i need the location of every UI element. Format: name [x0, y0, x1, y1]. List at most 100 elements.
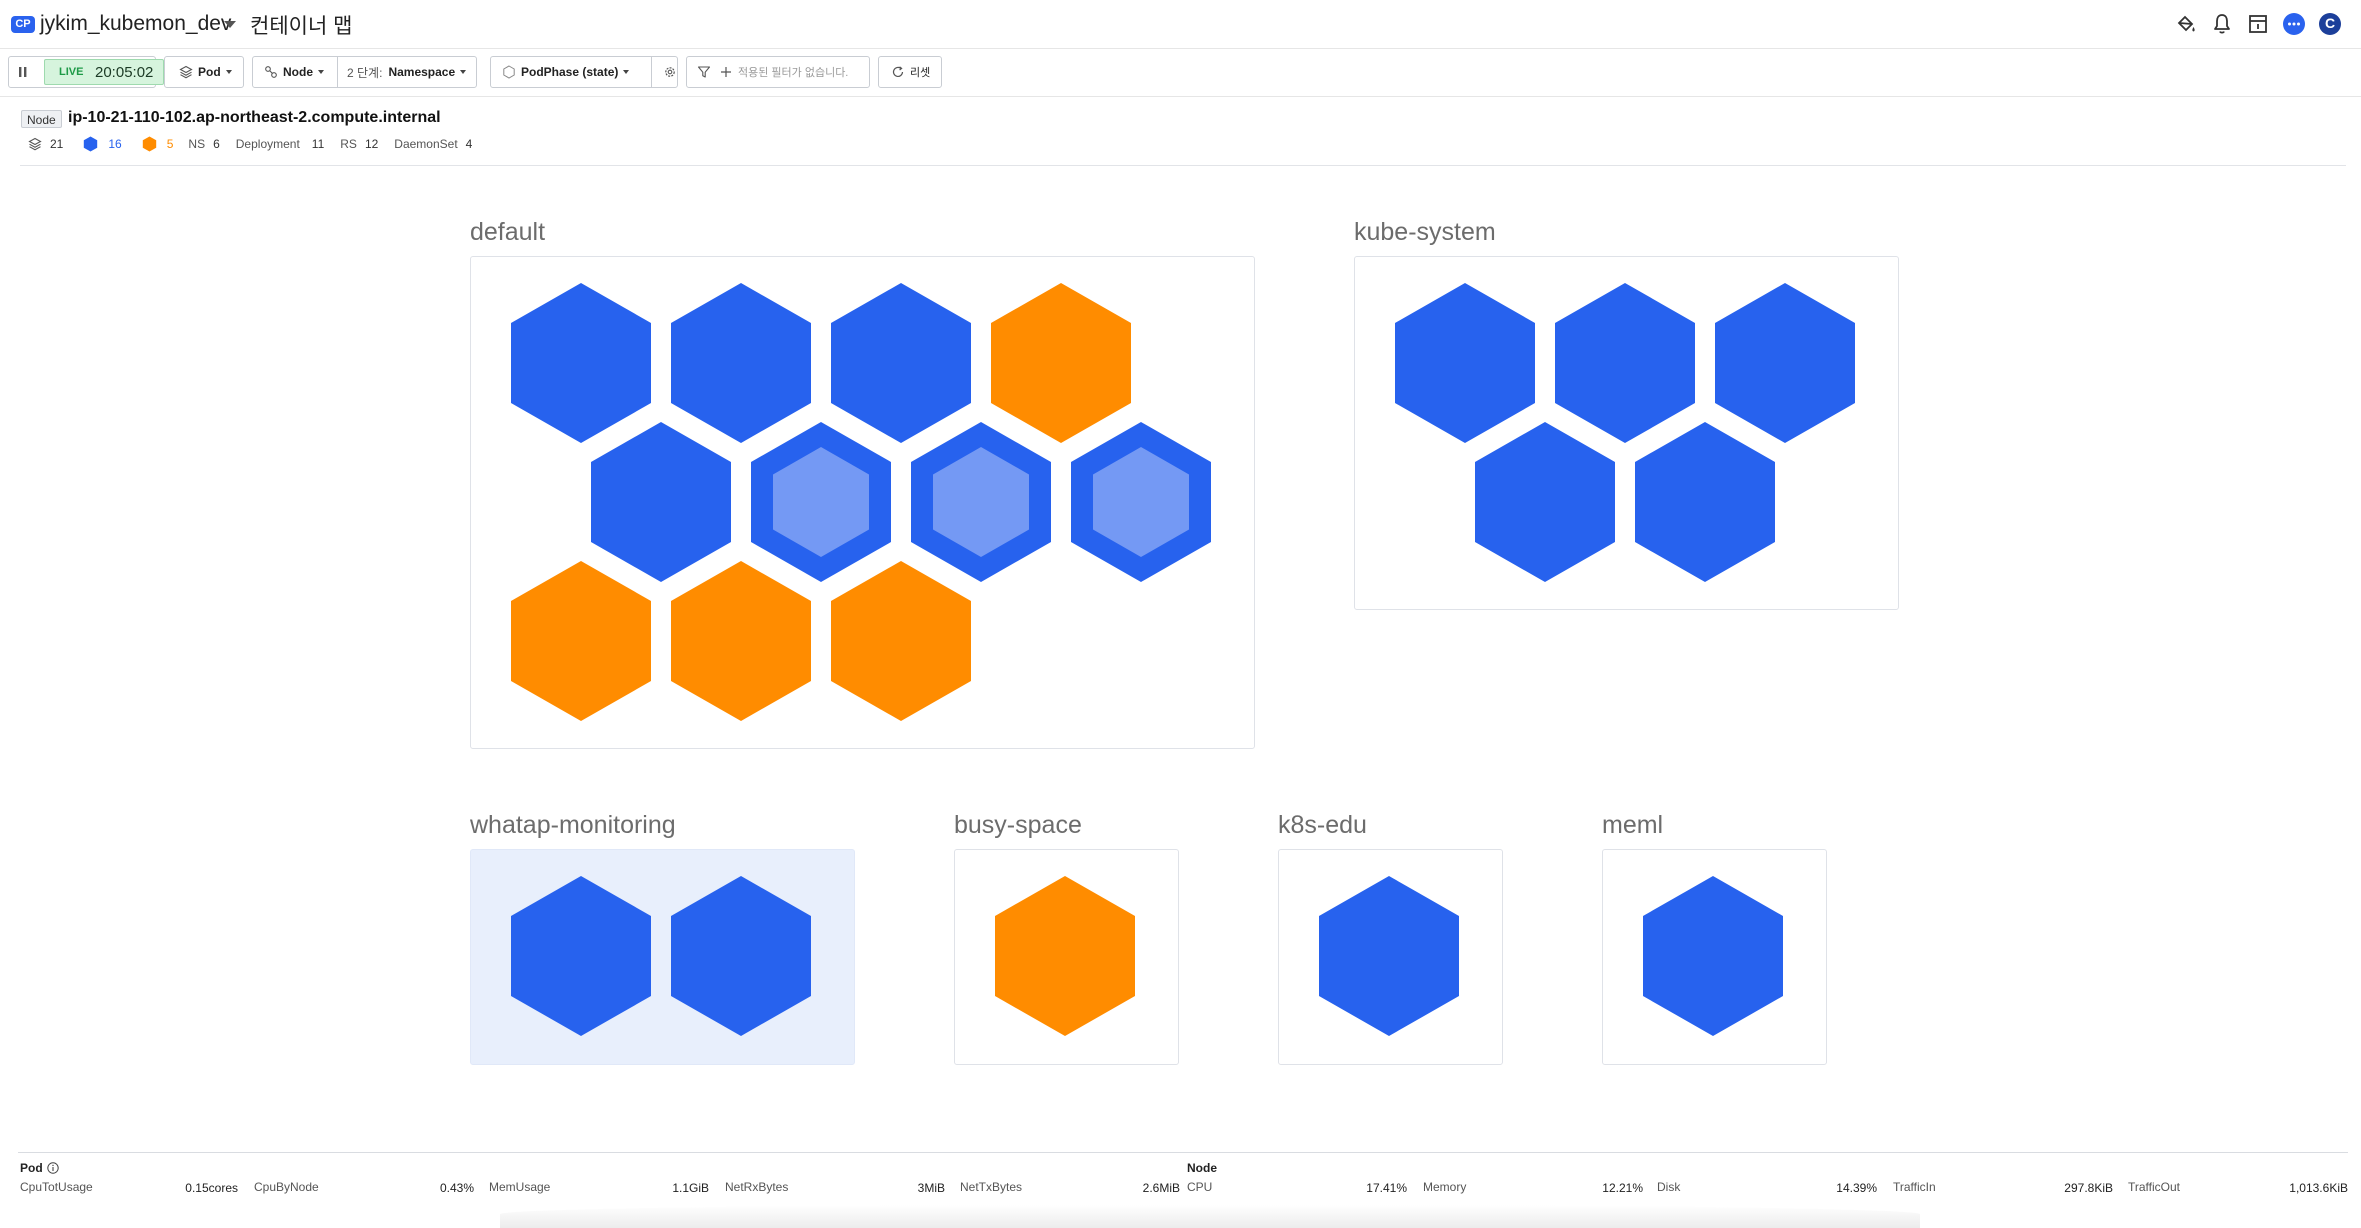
pod-hex-pending[interactable] [991, 283, 1131, 443]
pod-hex-running[interactable] [751, 422, 891, 582]
node-name: ip-10-21-110-102.ap-northeast-2.compute.… [68, 109, 441, 126]
gear-icon[interactable] [663, 65, 677, 79]
namespace-title: default [470, 218, 546, 246]
pod-hex-running[interactable] [1319, 876, 1459, 1036]
reset-button[interactable]: 리셋 [878, 56, 942, 88]
stat-rs: 12 [364, 137, 379, 151]
stat-running: 16 [108, 137, 122, 151]
stat-pending: 5 [166, 137, 174, 151]
pod-hex-running[interactable] [511, 876, 651, 1036]
metric-value: 0.15cores [185, 1181, 238, 1195]
node-selector-label: Node [283, 65, 313, 79]
metric-value: 1.1GiB [672, 1181, 709, 1195]
chevron-down-icon [318, 70, 324, 74]
chat-icon[interactable] [2282, 12, 2306, 36]
divider [18, 1152, 2348, 1153]
app-header: CP jykim_kubemon_dev 컨테이너 맵 C [0, 0, 2361, 49]
pod-hex-running[interactable] [1715, 283, 1855, 443]
pod-selector[interactable]: Pod [164, 56, 244, 88]
metric-label: TrafficOut [2128, 1180, 2181, 1194]
pod-hex-running[interactable] [1475, 422, 1615, 582]
chevron-down-icon [460, 70, 467, 74]
namespace-title: whatap-monitoring [470, 811, 676, 839]
stat-deployment: 11 [311, 137, 325, 151]
chevron-down-icon [225, 70, 232, 74]
stat-daemonset-label: DaemonSet [394, 137, 458, 151]
metric-value: 297.8KiB [2064, 1181, 2113, 1195]
pod-hex-running[interactable] [1643, 876, 1783, 1036]
node-tag: Node [21, 110, 62, 128]
plus-icon[interactable] [719, 65, 733, 79]
live-control: LIVE 20:05:02 [8, 56, 164, 88]
metric-label: CpuByNode [254, 1180, 319, 1194]
running-hex-icon [83, 136, 98, 152]
metric-value: 14.39% [1836, 1181, 1877, 1195]
divider [651, 57, 652, 87]
filter-placeholder: 적용된 필터가 없습니다. [738, 67, 849, 79]
pod-hex-running[interactable] [671, 876, 811, 1036]
metric-label: CpuTotUsage [20, 1180, 93, 1194]
namespace-meml[interactable] [1602, 849, 1827, 1065]
metric-value: 12.21% [1602, 1181, 1643, 1195]
node-metrics-title: Node [1187, 1161, 1217, 1175]
pod-hex-pending[interactable] [831, 561, 971, 721]
namespace-busy-space[interactable] [954, 849, 1179, 1065]
namespace-title: meml [1602, 811, 1664, 839]
metric-label: NetTxBytes [960, 1180, 1023, 1194]
pod-hex-running[interactable] [1635, 422, 1775, 582]
metric-label: Disk [1657, 1180, 1681, 1194]
pod-metrics-title: Pod [20, 1161, 59, 1175]
namespace-kube-system[interactable] [1354, 256, 1899, 610]
metric-label: MemUsage [489, 1180, 551, 1194]
pause-icon[interactable] [18, 66, 28, 78]
scroll-shadow [500, 1205, 1920, 1228]
pod-hex-pending[interactable] [995, 876, 1135, 1036]
metric-label: TrafficIn [1893, 1180, 1936, 1194]
stat-total: 21 [50, 137, 64, 151]
page-title: 컨테이너 맵 [250, 15, 353, 38]
namespace-k8s-edu[interactable] [1278, 849, 1503, 1065]
metric-label: NetRxBytes [725, 1180, 789, 1194]
pod-hex-running[interactable] [511, 283, 651, 443]
stat-daemonset: 4 [465, 137, 473, 151]
level-value: Namespace [388, 65, 456, 79]
pod-selector-label: Pod [198, 65, 221, 79]
node-selector[interactable]: Node [253, 57, 337, 87]
avatar-letter: C [2324, 15, 2336, 31]
live-label: LIVE [59, 66, 84, 78]
grouping-selector: Node 2 단계: Namespace [252, 56, 477, 88]
chevron-down-icon [623, 70, 630, 74]
bell-icon[interactable] [2210, 12, 2234, 36]
metric-value: 3MiB [917, 1181, 945, 1195]
pod-hex-running[interactable] [591, 422, 731, 582]
namespace-whatap-monitoring[interactable] [470, 849, 855, 1065]
live-status[interactable]: LIVE 20:05:02 [44, 59, 164, 85]
project-name[interactable]: jykim_kubemon_dev [40, 12, 231, 36]
pod-hex-pending[interactable] [511, 561, 651, 721]
color-by-selector: PodPhase (state) [490, 56, 678, 88]
podphase-selector[interactable]: PodPhase (state) [491, 57, 651, 87]
filter-bar[interactable]: 적용된 필터가 없습니다. [686, 56, 870, 88]
stat-deployment-label: Deployment [235, 137, 300, 151]
info-icon[interactable] [46, 1162, 59, 1174]
toolbar: LIVE 20:05:02 Pod Node 2 단계: Namespace P… [0, 48, 2361, 97]
pod-metrics-label: Pod [20, 1161, 43, 1175]
namespace-default[interactable] [470, 256, 1255, 749]
pod-hex-running[interactable] [1555, 283, 1695, 443]
pod-hex-running[interactable] [1071, 422, 1211, 582]
level-selector[interactable]: 2 단계: Namespace [338, 57, 467, 87]
pod-hex-pending[interactable] [671, 561, 811, 721]
metric-value: 17.41% [1366, 1181, 1407, 1195]
paint-bucket-icon[interactable] [2174, 12, 2198, 36]
stat-rs-label: RS [340, 137, 357, 151]
pod-hex-running[interactable] [911, 422, 1051, 582]
project-dropdown-caret-icon[interactable] [224, 21, 236, 28]
pod-hex-running[interactable] [1395, 283, 1535, 443]
calendar-icon[interactable] [2246, 12, 2270, 36]
pod-hex-running[interactable] [671, 283, 811, 443]
layers-icon [179, 65, 193, 79]
metric-value: 2.6MiB [1142, 1181, 1180, 1195]
live-time: 20:05:02 [95, 64, 154, 81]
pod-hex-running[interactable] [831, 283, 971, 443]
user-avatar[interactable]: C [2318, 12, 2342, 36]
